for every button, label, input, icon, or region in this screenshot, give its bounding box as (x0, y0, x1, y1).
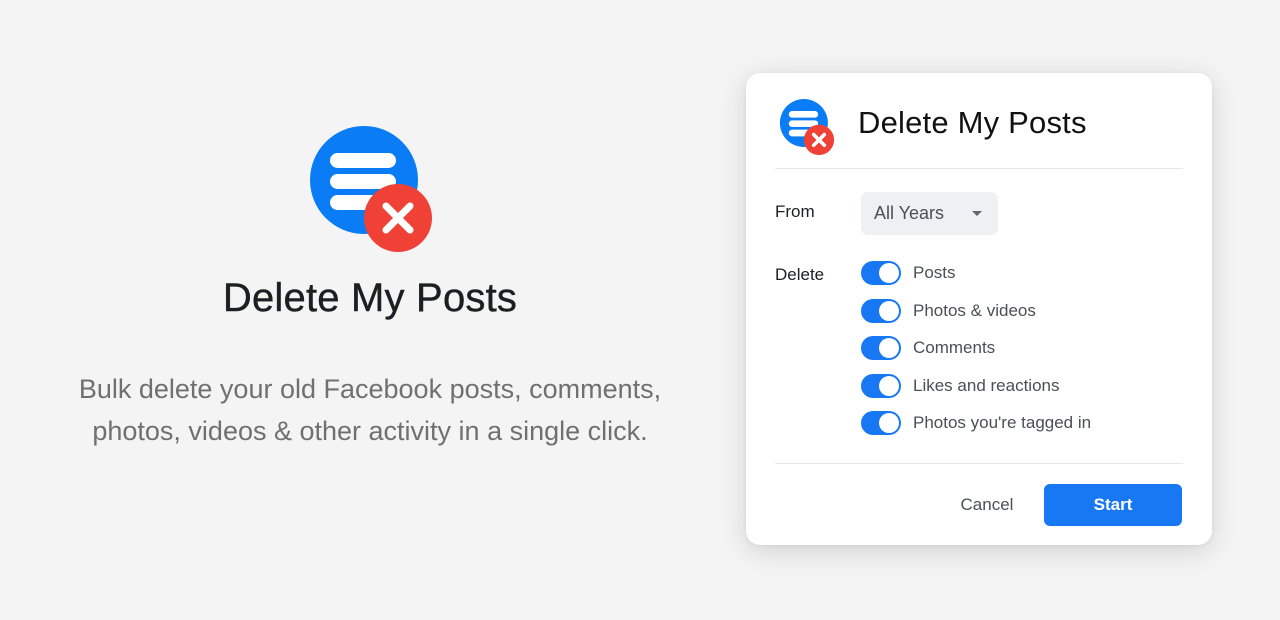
delete-posts-dialog: Delete My Posts From All Years Delete Po… (746, 73, 1212, 545)
toggle-knob (879, 300, 899, 321)
hero-description-line-1: Bulk delete your old Facebook posts, com… (78, 374, 662, 404)
option-tagged-photos[interactable]: Photos you're tagged in (861, 411, 1091, 449)
dialog-logo-icon (779, 99, 835, 155)
start-button[interactable]: Start (1044, 484, 1182, 526)
option-likes-reactions[interactable]: Likes and reactions (861, 373, 1091, 412)
toggle-knob (879, 375, 899, 396)
option-photos-videos[interactable]: Photos & videos (861, 298, 1091, 337)
hero-section: Delete My Posts Bulk delete your old Fac… (40, 0, 700, 620)
page: Delete My Posts Bulk delete your old Fac… (0, 0, 1280, 620)
dialog-title: Delete My Posts (858, 105, 1087, 140)
posts-toggle[interactable] (861, 261, 901, 285)
from-label: From (775, 202, 815, 221)
tagged-photos-toggle[interactable] (861, 411, 901, 435)
option-label: Posts (913, 263, 956, 282)
cancel-button[interactable]: Cancel (942, 484, 1032, 526)
header-divider (775, 168, 1183, 169)
hero-description: Bulk delete your old Facebook posts, com… (40, 368, 700, 452)
option-label: Photos & videos (913, 300, 1036, 320)
photos-videos-toggle[interactable] (861, 298, 901, 323)
option-label: Likes and reactions (913, 375, 1060, 395)
delete-label: Delete (775, 265, 825, 284)
toggle-knob (879, 338, 899, 358)
comments-toggle[interactable] (861, 336, 901, 360)
delete-options-list: Posts Photos & videos Comments Likes and… (861, 261, 1091, 449)
year-select[interactable]: All Years (861, 192, 998, 235)
app-logo-icon (308, 126, 434, 252)
year-select-value: All Years (874, 203, 945, 223)
likes-reactions-toggle[interactable] (861, 373, 901, 398)
option-posts[interactable]: Posts (861, 261, 1091, 299)
toggle-knob (879, 413, 899, 433)
toggle-knob (879, 263, 899, 283)
caret-down-icon (972, 211, 982, 216)
hero-description-line-2: photos, videos & other activity in a sin… (92, 416, 648, 446)
footer-divider (775, 463, 1183, 464)
option-label: Photos you're tagged in (913, 413, 1092, 432)
option-label: Comments (913, 338, 996, 357)
option-comments[interactable]: Comments (861, 336, 1091, 374)
hero-title: Delete My Posts (222, 276, 518, 320)
